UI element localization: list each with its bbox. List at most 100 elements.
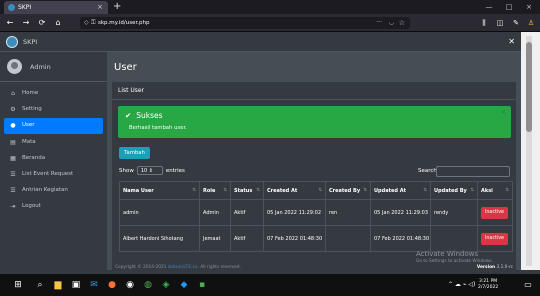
sidebar-item-beranda[interactable]: ▦ Beranda xyxy=(4,151,103,166)
file-explorer-icon[interactable]: ▆ xyxy=(52,279,64,291)
watermark-subtitle: Go to Settings to activate Windows. xyxy=(416,259,493,264)
account-icon[interactable]: ♙ xyxy=(525,17,537,29)
cell-role: Admin xyxy=(199,199,231,226)
sidebar-item-antrian-kegiatan[interactable]: ☰ Antrian Kegiatan xyxy=(4,183,103,198)
store-icon[interactable]: ▣ xyxy=(70,279,82,291)
column-header[interactable]: Status ⇅ xyxy=(230,181,264,200)
column-header-label: Status xyxy=(234,187,253,194)
add-user-button[interactable]: Tambah xyxy=(119,147,150,159)
scrollbar-thumb[interactable] xyxy=(526,42,532,132)
sort-icon: ⇅ xyxy=(423,188,427,193)
cell-created-by: ren xyxy=(325,199,371,226)
sidebar-item-label: Home xyxy=(22,90,39,96)
cell-updated-by: rendy xyxy=(430,199,478,226)
firefox-icon[interactable]: ● xyxy=(106,279,118,291)
terminal-icon[interactable]: ▪ xyxy=(196,279,208,291)
cell-updated-by xyxy=(430,225,478,252)
close-icon[interactable]: ✕ xyxy=(508,32,515,52)
sidebar-item-label: Beranda xyxy=(22,154,46,161)
sidebar-item-user[interactable]: ● User xyxy=(4,118,103,134)
sidebar-item-home[interactable]: ⌂ Home xyxy=(4,86,103,101)
table-header-row: Nama User ⇅ Role ⇅ Status ⇅ Created At ⇅ Created… xyxy=(119,181,513,200)
column-header[interactable]: Created By ⇅ xyxy=(325,181,371,200)
search-filter: Search: xyxy=(418,166,510,177)
tray-icons[interactable]: ⌃ ☁ ⌁ ◁) xyxy=(448,274,475,296)
page-actions-icon[interactable]: ··· xyxy=(376,17,382,29)
column-header[interactable]: Created At ⇅ xyxy=(263,181,326,200)
column-header[interactable]: Updated By ⇅ xyxy=(430,181,478,200)
column-header-label: Updated By xyxy=(434,187,467,194)
home-icon[interactable]: ⌂ xyxy=(52,17,64,29)
taskbar-clock[interactable]: 3:21 PM 2/7/2022 xyxy=(478,279,498,291)
success-alert: ✔ Sukses Berhasil tambah user. × xyxy=(118,106,511,138)
entries-select[interactable]: 10 ⇕ xyxy=(136,166,163,175)
extension-icon[interactable]: ✎ xyxy=(510,17,522,29)
column-header[interactable]: Updated At ⇅ xyxy=(370,181,431,200)
copyright-text: Copyright © 2014-2021 xyxy=(115,265,167,270)
search-input[interactable] xyxy=(436,166,510,177)
list-alt-icon: ☰ xyxy=(10,170,16,178)
main-header: ✕ xyxy=(107,32,521,52)
sort-icon: ⇅ xyxy=(505,188,509,193)
cell-created-at: 05 Jan 2022 11:29:02 xyxy=(263,199,326,226)
cell-nama: Albert Hardoni Sihotang xyxy=(119,225,200,252)
window-close-button[interactable]: × xyxy=(520,0,538,14)
sidebar-item-label: User xyxy=(22,122,35,129)
cell-updated-at: 07 Feb 2022 01:48:30 xyxy=(370,225,431,252)
version-label: Version xyxy=(476,265,496,270)
column-header[interactable]: Aksi ⇅ xyxy=(477,181,513,200)
alert-close-button[interactable]: × xyxy=(501,109,506,116)
windows-start-icon[interactable]: ⊞ xyxy=(12,279,24,291)
whatsapp-icon[interactable]: ◉ xyxy=(124,279,136,291)
sidebar-item-mata[interactable]: ▤ Mata xyxy=(4,135,103,150)
library-icon[interactable]: ⫼ xyxy=(478,17,490,29)
search-icon[interactable]: ⌕ xyxy=(34,279,46,291)
length-suffix: entries xyxy=(165,168,185,174)
sidebar-item-setting[interactable]: ⚙ Setting xyxy=(4,102,103,117)
mail-icon[interactable]: ✉ xyxy=(88,279,100,291)
new-tab-button[interactable]: + xyxy=(113,0,121,13)
reload-icon[interactable]: ⟳ xyxy=(36,17,48,29)
check-icon: ✔ xyxy=(125,111,132,120)
pocket-icon[interactable]: ◡ xyxy=(389,17,394,29)
cogs-icon: ⚙ xyxy=(10,106,16,114)
length-prefix: Show xyxy=(119,168,134,174)
window-maximize-button[interactable]: □ xyxy=(500,0,518,14)
page-scrollbar[interactable] xyxy=(521,32,540,270)
sort-icon: ⇅ xyxy=(223,188,227,193)
sort-icon: ⇅ xyxy=(318,188,322,193)
brand-logo-icon xyxy=(6,36,18,48)
window-minimize-button[interactable]: — xyxy=(480,0,498,14)
adminlte-link[interactable]: AdminLTE.io. xyxy=(168,265,199,270)
sidebar-toggle-icon[interactable]: ◫ xyxy=(494,17,506,29)
content-wrapper: User List User ✔ Sukses Berhasil tambah u… xyxy=(107,52,521,270)
notification-icon[interactable]: ▭ xyxy=(522,279,534,291)
url-bar[interactable]: ◇ ⚿ skp.my.id/user.php ··· ◡ ☆ xyxy=(80,17,410,29)
column-header[interactable]: Nama User ⇅ xyxy=(119,181,200,200)
shield-icon: ◇ xyxy=(84,19,89,26)
sidebar-item-logout[interactable]: ⇥ Logout xyxy=(4,199,103,214)
brand-link[interactable]: SKPI xyxy=(0,32,107,52)
bookmark-star-icon[interactable]: ☆ xyxy=(399,17,405,29)
column-header-label: Created At xyxy=(267,187,298,194)
cell-aksi: Inactive xyxy=(477,225,513,252)
lock-icon: ⚿ xyxy=(91,19,96,26)
app-icon[interactable]: ◈ xyxy=(160,279,172,291)
tab-close-icon[interactable]: × xyxy=(97,1,103,14)
windows-taskbar: ⊞ ⌕ ▆ ▣ ✉ ● ◉ ◍ ◈ ◆ ▪ ⌃ ☁ ⌁ ◁) 3:21 PM 2… xyxy=(0,274,540,296)
watermark-title: Activate Windows xyxy=(416,250,479,258)
user-table: Nama User ⇅ Role ⇅ Status ⇅ Created At ⇅ Created… xyxy=(119,181,513,252)
sidebar-item-list-event-request[interactable]: ☰ List Event Request xyxy=(4,167,103,182)
back-icon[interactable]: ← xyxy=(4,17,16,29)
vscode-icon[interactable]: ◆ xyxy=(178,279,190,291)
inactive-button[interactable]: Inactive xyxy=(481,206,508,219)
column-header[interactable]: Role ⇅ xyxy=(199,181,231,200)
sign-out-icon: ⇥ xyxy=(10,203,16,211)
cell-updated-at: 05 Jan 2022 11:29:03 xyxy=(370,199,431,226)
inactive-button[interactable]: Inactive xyxy=(481,232,508,245)
forward-icon[interactable]: → xyxy=(20,17,32,29)
chrome-icon[interactable]: ◍ xyxy=(142,279,154,291)
browser-tab[interactable]: SKPI × xyxy=(4,1,108,14)
user-panel[interactable]: Admin xyxy=(0,52,107,82)
clock-date: 2/7/2022 xyxy=(478,285,499,290)
